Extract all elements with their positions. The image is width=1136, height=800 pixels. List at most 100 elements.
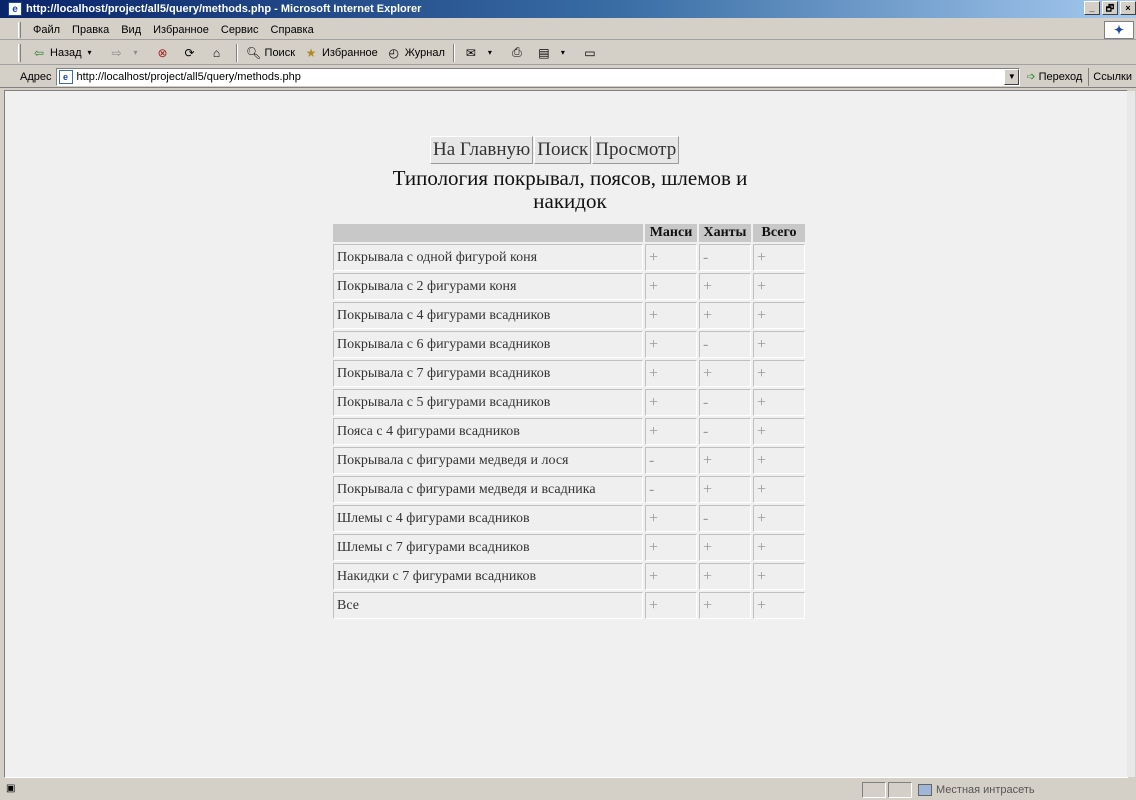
column-header-total: Всего (753, 224, 805, 242)
khanty-cell: - (699, 244, 751, 271)
links-button[interactable]: Ссылки (1088, 67, 1136, 86)
view-nav-button[interactable]: Просмотр (592, 136, 680, 164)
status-bar: ▣ Местная интрасеть (0, 780, 1136, 800)
toolbar-separator (452, 43, 455, 62)
forward-arrow-icon: ⇨ (111, 45, 122, 60)
forward-dropdown-icon[interactable]: ▾ (128, 45, 144, 61)
mail-button[interactable]: ✉ ▾ (459, 42, 505, 64)
menu-help[interactable]: Справка (265, 24, 320, 36)
go-button[interactable]: ➩ Переход (1020, 70, 1088, 84)
print-icon: ⎙ (512, 45, 522, 59)
discuss-button[interactable]: ▭ (578, 42, 605, 64)
search-nav-button[interactable]: Поиск (534, 136, 592, 164)
print-button[interactable]: ⎙ (505, 42, 532, 64)
khanty-cell: + (699, 447, 751, 474)
khanty-cell: + (699, 592, 751, 619)
status-pane (862, 782, 886, 798)
menu-file[interactable]: Файл (27, 24, 66, 36)
mansi-cell: + (645, 534, 697, 561)
page-title-line1: Типология покрывал, поясов, шлемов и (392, 166, 748, 190)
address-url: http://localhost/project/all5/query/meth… (76, 70, 301, 83)
zone-label: Местная интрасеть (936, 784, 1035, 796)
history-icon: ◴ (388, 45, 399, 60)
edit-dropdown-icon[interactable]: ▾ (555, 45, 571, 61)
search-label: Поиск (264, 46, 296, 59)
mansi-cell: - (645, 447, 697, 474)
mansi-cell: + (645, 592, 697, 619)
menu-edit[interactable]: Правка (66, 24, 115, 36)
row-name-cell: Покрывала с 7 фигурами всадников (333, 360, 643, 387)
menu-favorites[interactable]: Избранное (147, 24, 215, 36)
table-row: Шлемы с 7 фигурами всадников + + + (333, 534, 805, 561)
khanty-cell: - (699, 331, 751, 358)
khanty-cell: + (699, 360, 751, 387)
home-icon: ⌂ (212, 45, 221, 60)
total-cell: + (753, 447, 805, 474)
table-row: Шлемы с 4 фигурами всадников + - + (333, 505, 805, 532)
address-input[interactable]: e http://localhost/project/all5/query/me… (55, 67, 1021, 86)
total-cell: + (753, 244, 805, 271)
mail-icon: ✉ (465, 45, 476, 60)
window-controls: _ 🗗 × (1082, 1, 1136, 15)
history-button[interactable]: ◴ Журнал (382, 42, 449, 64)
total-cell: + (753, 389, 805, 416)
khanty-cell: + (699, 273, 751, 300)
toolbar-separator (235, 43, 238, 62)
menu-view[interactable]: Вид (115, 24, 147, 36)
table-body: Покрывала с одной фигурой коня + - + Покрыва… (333, 244, 805, 619)
mansi-cell: + (645, 331, 697, 358)
toolbar-grip (18, 43, 21, 62)
table-row: Покрывала с 6 фигурами всадников + - + (333, 331, 805, 358)
row-name-cell: Шлемы с 7 фигурами всадников (333, 534, 643, 561)
menu-tools[interactable]: Сервис (215, 24, 265, 36)
status-page-icon: ▣ (6, 783, 16, 794)
mail-dropdown-icon[interactable]: ▾ (482, 45, 498, 61)
go-arrow-icon: ➩ (1026, 71, 1036, 83)
back-label: Назад (50, 46, 82, 59)
forward-button[interactable]: ⇨ ▾ (105, 42, 151, 64)
back-button[interactable]: ⇦ Назад ▾ (27, 42, 105, 64)
row-name-cell: Покрывала с фигурами медведя и всадника (333, 476, 643, 503)
maximize-button[interactable]: 🗗 (1102, 1, 1118, 15)
stop-button[interactable]: ⊗ (151, 42, 178, 64)
mansi-cell: + (645, 563, 697, 590)
row-name-cell: Покрывала с фигурами медведя и лося (333, 447, 643, 474)
back-dropdown-icon[interactable]: ▾ (82, 45, 98, 61)
browser-window: e http://localhost/project/all5/query/me… (0, 0, 1136, 800)
home-nav-button[interactable]: На Главную (430, 136, 534, 164)
edit-button[interactable]: ▤ ▾ (532, 42, 578, 64)
row-name-cell: Пояса с 4 фигурами всадников (333, 418, 643, 445)
mansi-cell: + (645, 302, 697, 329)
khanty-cell: - (699, 418, 751, 445)
minimize-button[interactable]: _ (1084, 1, 1100, 15)
page-content: На Главную Поиск Просмотр Типология покр… (4, 90, 1135, 778)
total-cell: + (753, 505, 805, 532)
edit-icon: ▤ (538, 45, 550, 60)
total-cell: + (753, 476, 805, 503)
row-name-cell: Покрывала с 4 фигурами всадников (333, 302, 643, 329)
home-button[interactable]: ⌂ (205, 42, 232, 64)
go-label: Переход (1038, 70, 1083, 83)
address-label: Адрес (20, 70, 52, 83)
column-header-mansi: Манси (645, 224, 697, 242)
address-dropdown-icon[interactable]: ▼ (1004, 68, 1020, 85)
close-button[interactable]: × (1120, 1, 1136, 15)
page-nav: На Главную Поиск Просмотр (430, 136, 680, 164)
refresh-icon: ⟳ (184, 45, 195, 60)
search-icon: 🔍︎ (245, 45, 262, 60)
page-icon: e (58, 69, 73, 84)
mansi-cell: + (645, 360, 697, 387)
total-cell: + (753, 534, 805, 561)
menu-bar: Файл Правка Вид Избранное Сервис Справка… (0, 20, 1136, 40)
total-cell: + (753, 592, 805, 619)
table-row: Накидки с 7 фигурами всадников + + + (333, 563, 805, 590)
table-row: Покрывала с одной фигурой коня + - + (333, 244, 805, 271)
refresh-button[interactable]: ⟳ (178, 42, 205, 64)
favorites-button[interactable]: ★ Избранное (299, 42, 382, 64)
table-row: Покрывала с фигурами медведя и всадника -… (333, 476, 805, 503)
history-label: Журнал (404, 46, 445, 59)
search-button[interactable]: 🔍︎ Поиск (242, 42, 299, 64)
khanty-cell: - (699, 505, 751, 532)
mansi-cell: + (645, 244, 697, 271)
vertical-scrollbar[interactable] (1127, 91, 1135, 777)
